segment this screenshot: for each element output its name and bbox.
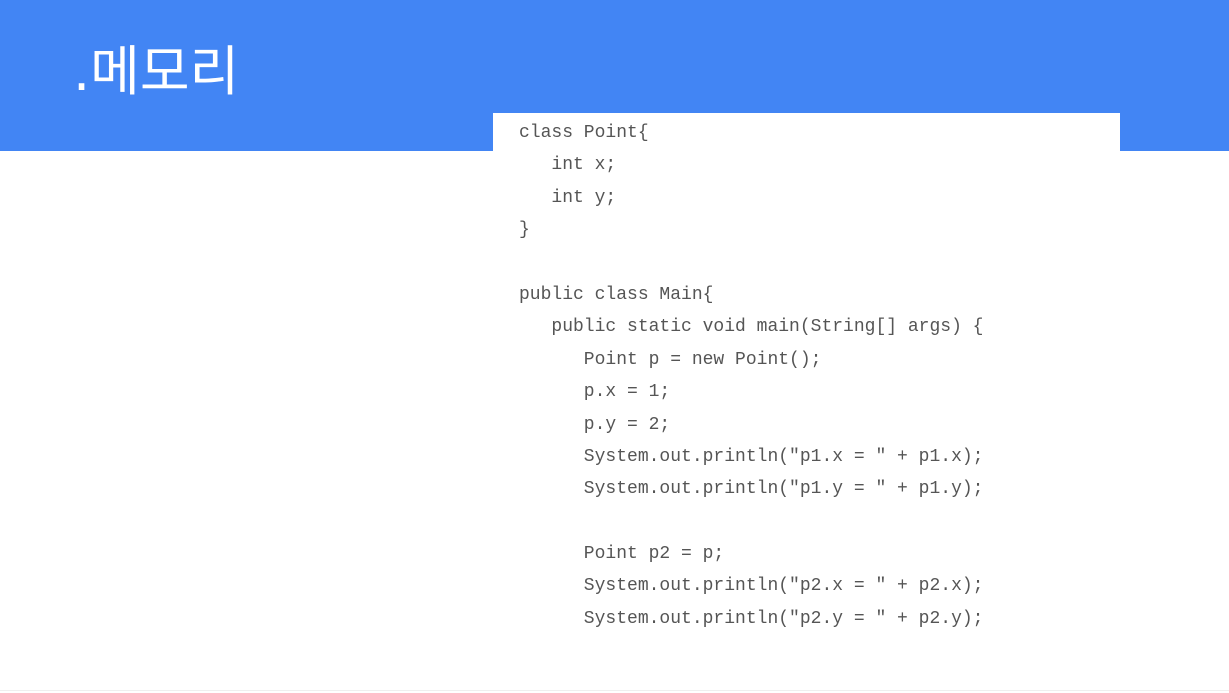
code-line: class Point{ [519,123,649,143]
code-line: p.x = 1; [519,382,671,403]
code-panel: class Point{ int x; int y;} public class … [493,113,1120,653]
code-line: System.out.println("p1.y = " + p1.y); [519,479,984,500]
code-line: public static void main(String[] args) { [519,317,984,338]
code-line: System.out.println("p2.y = " + p2.y); [519,608,984,629]
code-line: Point p2 = p; [519,544,725,565]
code-line: p.y = 2; [519,414,671,435]
code-line: Point p = new Point(); [519,349,822,370]
code-line: int x; [519,155,617,176]
code-line: } [519,220,530,241]
code-line: int y; [519,187,617,208]
bottom-divider [0,690,1229,691]
code-line: System.out.println("p1.x = " + p1.x); [519,446,984,467]
slide-title: .메모리 [73,40,240,103]
code-block: class Point{ int x; int y;} public class … [519,117,983,635]
code-line: System.out.println("p2.x = " + p2.x); [519,576,984,597]
code-line: public class Main{ [519,284,714,305]
